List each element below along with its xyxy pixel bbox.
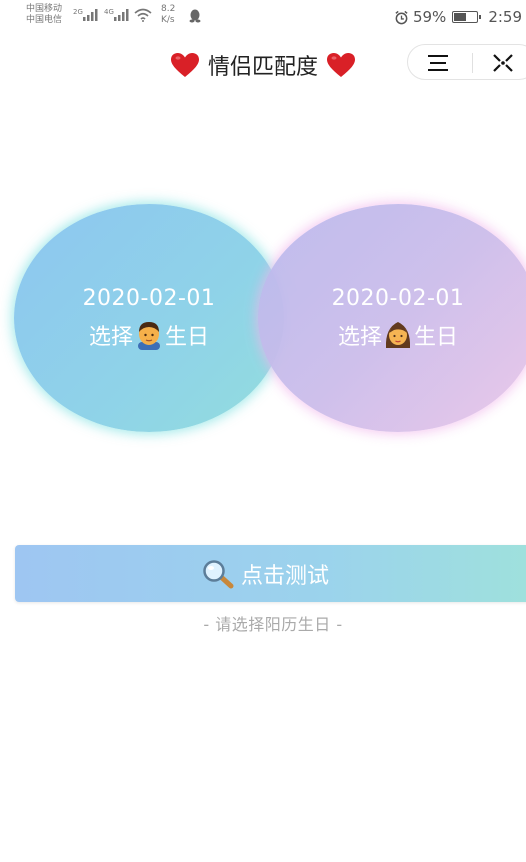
carrier-1: 中国移动 [26,4,63,14]
menu-icon[interactable] [426,54,450,72]
speed-unit: K/s [161,15,175,25]
male-birthday-picker[interactable]: 2020-02-01 选择 生日 [14,204,284,432]
carrier-info: 中国移动 中国电信 [26,4,62,26]
man-face-icon [138,321,160,350]
choose-text: 选择 [337,324,382,350]
male-birthday-label: 选择 生日 [89,319,209,351]
female-birthday-date: 2020-02-01 [331,285,465,311]
wifi-icon [134,8,152,22]
female-birthday-label: 选择 生日 [338,319,458,351]
speed-value: 8.2 [161,4,176,14]
male-birthday-date: 2020-02-01 [82,285,216,311]
page-title-group: 情侣匹配度 [170,49,356,81]
heart-icon [171,53,199,77]
capsule-divider [472,53,473,73]
network-type-1: 2G [73,8,83,16]
system-status: 59% 2:59 [394,8,522,26]
carrier-2: 中国电信 [26,15,63,25]
mini-program-capsule [407,44,526,80]
battery-fill [454,13,467,21]
battery-icon [452,11,482,23]
network-speed: 8.2 K/s [161,4,175,26]
clock: 2:59 [488,8,522,26]
test-button-label: 点击测试 [241,564,330,589]
choose-text: 选择 [88,324,133,350]
heart-icon [327,53,356,77]
status-bar: 中国移动 中国电信 2G 4G 8.2 K/s 59% 2:59 [0,0,526,34]
woman-face-icon [385,321,411,348]
battery-percent: 59% [412,8,447,26]
qq-icon [189,9,201,23]
female-birthday-picker[interactable]: 2020-02-01 选择 生日 [258,204,526,432]
signal-icon [114,9,129,21]
page: 中国移动 中国电信 2G 4G 8.2 K/s 59% 2:59 情侣匹配度 2… [0,0,526,862]
title-bar: 情侣匹配度 [0,44,526,84]
start-test-button[interactable]: 点击测试 [15,545,526,602]
alarm-icon [395,10,408,24]
test-button-content: 点击测试 [201,558,329,590]
birthday-text: 生日 [414,324,459,350]
network-type-2: 4G [104,8,114,16]
birthday-text: 生日 [165,324,210,350]
solar-birthday-hint: - 请选择阳历生日 - [203,615,343,634]
magnifier-icon [203,560,234,589]
close-icon[interactable] [492,53,514,73]
page-title: 情侣匹配度 [208,55,319,80]
signal-icon [83,9,98,21]
